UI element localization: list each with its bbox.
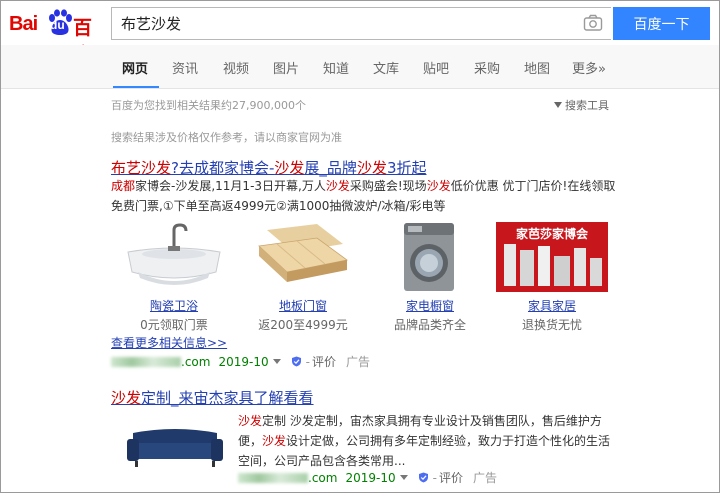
baidu-logo[interactable]: Bai du 百度 <box>9 7 105 66</box>
review-link[interactable]: 评价 <box>439 471 463 485</box>
thumb-sub-floor: 返200至4999元 <box>258 318 348 332</box>
result2-title[interactable]: 沙发定制_来宙杰家具了解看看 <box>111 387 314 408</box>
tab-wenku[interactable]: 文库 <box>373 58 399 77</box>
thumb-link-floor[interactable]: 地板门窗 <box>247 297 359 314</box>
verified-shield-icon[interactable] <box>291 356 302 367</box>
thumb-sub-appliance: 品牌品类齐全 <box>393 318 466 332</box>
thumb-link-appliance[interactable]: 家电橱窗 <box>374 297 486 314</box>
tab-video[interactable]: 视频 <box>223 58 249 77</box>
tab-purchase[interactable]: 采购 <box>474 58 500 77</box>
thumb-washer-image[interactable] <box>374 222 486 292</box>
banner-text: 家芭莎家博会 <box>516 226 589 241</box>
sofa-image[interactable] <box>125 415 225 475</box>
result2-url-line: .com 2019-10- 评价 广告 <box>238 469 497 486</box>
tab-map[interactable]: 地图 <box>524 58 550 77</box>
nav-tabs: 网页 资讯 视频 图片 知道 文库 贴吧 采购 地图 更多» <box>1 45 719 89</box>
active-tab-indicator <box>113 86 159 88</box>
blurred-url <box>238 473 308 483</box>
search-input[interactable] <box>112 8 572 39</box>
filter-triangle-icon <box>554 102 562 108</box>
tab-more[interactable]: 更多» <box>572 58 606 77</box>
search-box <box>111 7 611 40</box>
search-button[interactable]: 百度一下 <box>613 7 710 40</box>
tab-zhidao[interactable]: 知道 <box>323 58 349 77</box>
review-link[interactable]: 评价 <box>312 355 336 369</box>
header: Bai du 百度 百度一下 <box>1 1 719 66</box>
tab-news[interactable]: 资讯 <box>172 58 198 77</box>
price-notice: 搜索结果涉及价格仅作参考，请以商家官网为准 <box>111 131 342 144</box>
more-info-link[interactable]: 查看更多相关信息>> <box>111 334 227 351</box>
thumb-floor-image[interactable] <box>247 222 359 292</box>
thumb-link-furniture[interactable]: 家具家居 <box>496 297 608 314</box>
result-count: 百度为您找到相关结果约27,900,000个 <box>111 99 306 112</box>
blurred-url <box>111 357 181 367</box>
search-tools[interactable]: 搜索工具 <box>554 97 609 113</box>
thumb-link-bath[interactable]: 陶瓷卫浴 <box>118 297 230 314</box>
verified-shield-icon[interactable] <box>418 472 429 483</box>
dropdown-arrow-icon[interactable] <box>272 359 281 364</box>
dropdown-arrow-icon[interactable] <box>399 475 408 480</box>
result1-desc: 成都家博会-沙发展,11月1-3日开幕,万人沙发采购盛会!现场沙发低价优惠 优丁… <box>111 179 616 213</box>
thumb-sub-furniture: 退换货无忧 <box>521 318 582 332</box>
result1-title[interactable]: 布艺沙发?去成都家博会-沙发展_品牌沙发3折起 <box>111 157 427 178</box>
thumb-sub-bath: 0元领取门票 <box>140 318 208 332</box>
thumb-expo-banner-image[interactable]: 家芭莎家博会 <box>496 222 608 292</box>
result1-url-line: .com 2019-10- 评价 广告 <box>111 353 370 370</box>
ad-label: 广告 <box>345 355 370 369</box>
ad-label: 广告 <box>472 471 497 485</box>
tab-tieba[interactable]: 贴吧 <box>423 58 449 77</box>
thumb-basin-image[interactable] <box>118 222 230 292</box>
camera-icon[interactable] <box>583 14 603 32</box>
tab-web[interactable]: 网页 <box>122 58 148 77</box>
result2-desc: 沙发定制 沙发定制，宙杰家具拥有专业设计及销售团队，售后维护方 便，沙发设计定做… <box>238 414 611 468</box>
tab-images[interactable]: 图片 <box>273 58 299 77</box>
